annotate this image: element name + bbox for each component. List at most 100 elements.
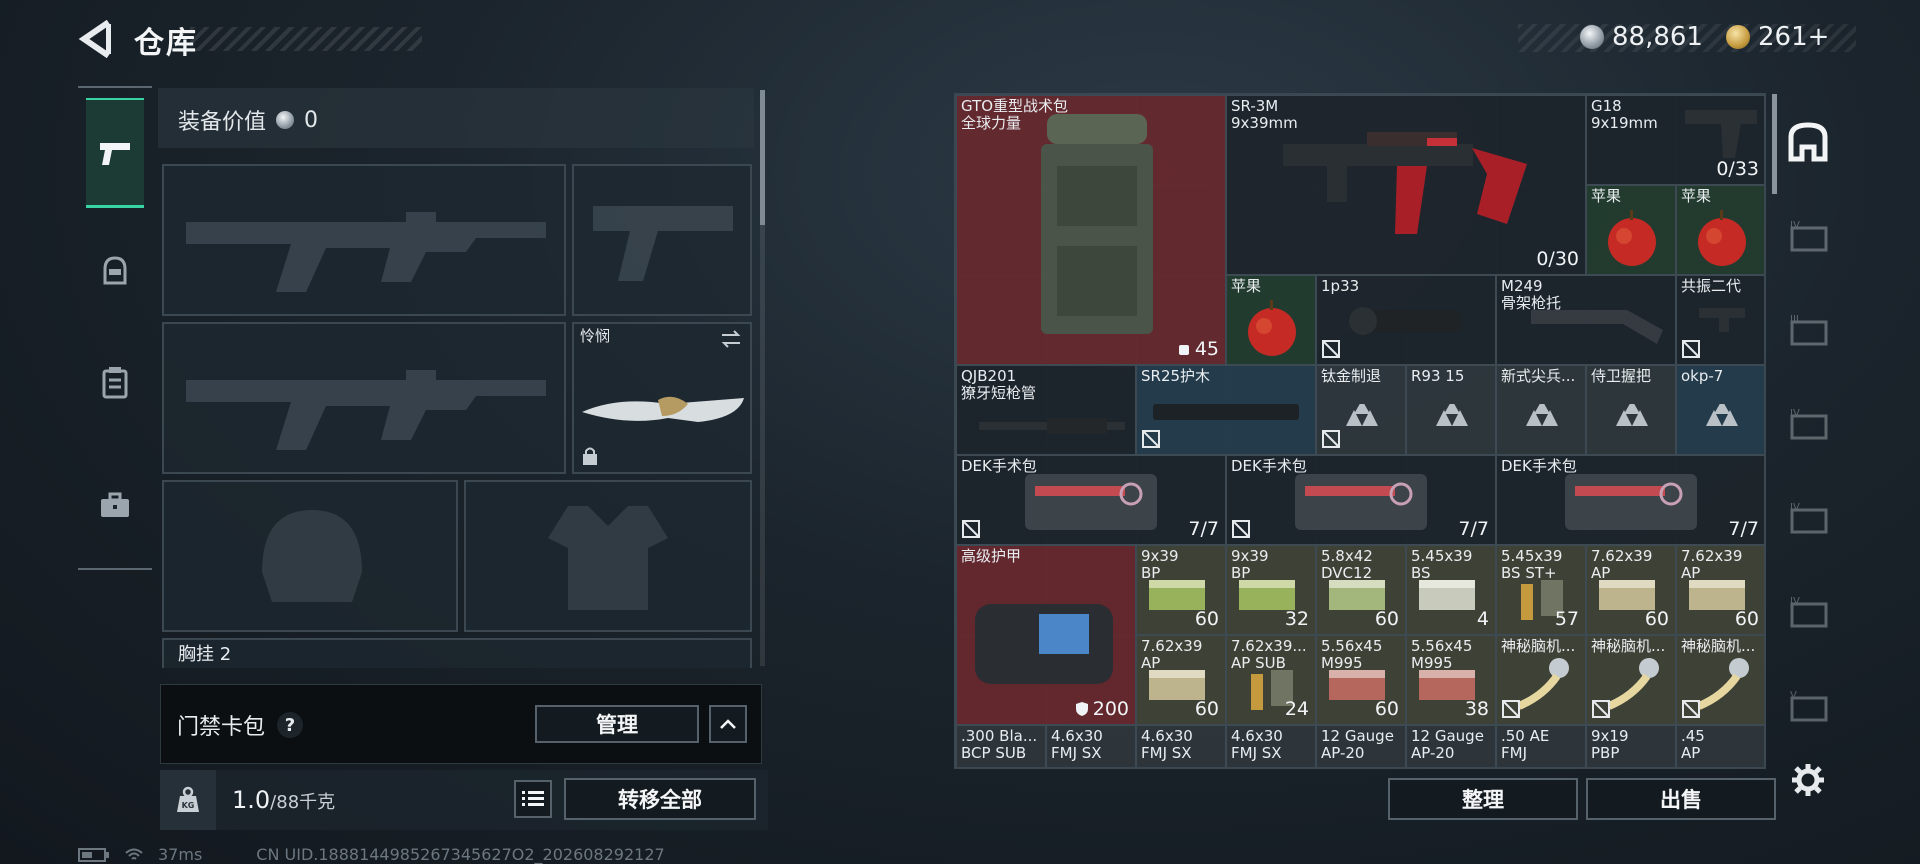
transfer-all-button[interactable]: 转移全部: [564, 778, 756, 820]
stash-item-ammo[interactable]: 9x39 BP 32: [1226, 545, 1316, 635]
tab-weapons[interactable]: [86, 98, 144, 208]
helmet-slot[interactable]: [162, 480, 458, 632]
stash-item-sr3m[interactable]: SR-3M 9x39mm 0/30: [1226, 95, 1586, 275]
gold-currency[interactable]: 261+: [1726, 22, 1829, 52]
stash-item-neural-chip[interactable]: 神秘脑机...: [1676, 635, 1764, 725]
stash-item-apple[interactable]: 苹果: [1586, 185, 1676, 275]
stash-item-muzzle-brake[interactable]: 钛金制退: [1316, 365, 1406, 455]
card-bag-label: 门禁卡包 ?: [177, 709, 304, 741]
stash-item-guard-grip[interactable]: 侍卫握把: [1586, 365, 1676, 455]
stash-scrollbar[interactable]: [1772, 94, 1777, 194]
stash-item-ammo[interactable]: 9x39 BP 60: [1136, 545, 1226, 635]
armor-slot[interactable]: [464, 480, 752, 632]
stash-item-dek-surgery-kit[interactable]: DEK手术包 7/7: [1226, 455, 1496, 545]
no-trade-icon: [1322, 430, 1340, 448]
stash-page-iv-2[interactable]: IV: [1780, 396, 1836, 452]
tab-container[interactable]: [86, 450, 144, 560]
stash-item-resonator[interactable]: 共振二代: [1676, 275, 1764, 365]
primary-weapon-slot-2[interactable]: [162, 322, 566, 474]
stash-page-iv-1[interactable]: IV: [1780, 208, 1836, 264]
melee-slot[interactable]: 怜悯: [572, 322, 752, 474]
stash-item-ammo[interactable]: 4.6x30 FMJ SX: [1136, 725, 1226, 767]
stash-page-column: IV III IV IV IV V: [1780, 96, 1840, 816]
svg-text:IV: IV: [1790, 596, 1800, 607]
storage-box-icon: IV: [1790, 220, 1828, 252]
expand-button[interactable]: [709, 705, 747, 743]
stash-item-apple[interactable]: 苹果: [1676, 185, 1764, 275]
stash-page-iv-4[interactable]: IV: [1780, 584, 1836, 640]
stash-item-ammo[interactable]: 5.45x39 BS 4: [1406, 545, 1496, 635]
armor-bag-icon: [975, 604, 1113, 684]
stash-item-ammo[interactable]: 12 Gauge AP-20: [1316, 725, 1406, 767]
page-title: 仓库: [134, 26, 198, 61]
stash-item-ammo[interactable]: 4.6x30 FMJ SX: [1226, 725, 1316, 767]
neural-device-icon: [1697, 658, 1749, 710]
stash-item-ammo[interactable]: 7.62x39 AP 60: [1136, 635, 1226, 725]
stash-item-ammo[interactable]: .50 AE FMJ: [1496, 725, 1586, 767]
stash-home-button[interactable]: [1780, 114, 1836, 170]
primary-weapon-slot[interactable]: [162, 164, 566, 316]
stash-item-new-vanguard[interactable]: 新式尖兵...: [1496, 365, 1586, 455]
stash-item-ammo[interactable]: 5.56x45 M995 60: [1316, 635, 1406, 725]
no-trade-icon: [1322, 340, 1340, 358]
lock-icon: [583, 447, 597, 465]
stash-item-dek-surgery-kit[interactable]: DEK手术包 7/7: [956, 455, 1226, 545]
silver-coin-icon: [276, 111, 295, 129]
stash-item-ammo[interactable]: 5.45x39 BS ST+ 57: [1496, 545, 1586, 635]
weight-bar: KG 1.0/88千克 转移全部: [160, 770, 768, 830]
stash-page-v[interactable]: V: [1780, 678, 1836, 734]
title-decoration: [190, 27, 422, 51]
stash-item-ammo[interactable]: 5.8x42 DVC12 60: [1316, 545, 1406, 635]
stash-page-iii[interactable]: III: [1780, 302, 1836, 358]
unknown-attachment-icon: [1616, 404, 1648, 426]
stash-item-ammo[interactable]: .45 AP: [1676, 725, 1764, 767]
stash-item-ammo[interactable]: 4.6x30 FMJ SX: [1046, 725, 1136, 767]
secondary-weapon-slot[interactable]: [572, 164, 752, 316]
manage-button[interactable]: 管理: [535, 705, 699, 743]
stash-item-m249-stock[interactable]: M249 骨架枪托: [1496, 275, 1676, 365]
pistol-icon: [1685, 110, 1757, 158]
stash-item-advanced-armor[interactable]: 高级护甲 200: [956, 545, 1136, 725]
svg-text:IV: IV: [1790, 220, 1800, 231]
list-view-button[interactable]: [514, 780, 552, 818]
equipment-tabs: [78, 86, 152, 570]
stash-item-backpack[interactable]: GTO重型战术包 全球力量 45: [956, 95, 1226, 365]
stash-item-ammo[interactable]: 7.62x39 AP 60: [1676, 545, 1764, 635]
chest-rig-slot[interactable]: 胸挂 2: [162, 638, 752, 668]
stash-item-ammo[interactable]: 7.62x39... AP SUB 24: [1226, 635, 1316, 725]
melee-name: 怜悯: [580, 327, 611, 345]
weight-value: 1.0/88千克: [232, 786, 336, 814]
stash-item-okp7[interactable]: okp-7: [1676, 365, 1764, 455]
equipment-scroll-thumb[interactable]: [760, 90, 765, 225]
stash-item-g18[interactable]: G18 9x19mm 0/33: [1586, 95, 1764, 185]
stash-item-ammo[interactable]: 5.56x45 M995 38: [1406, 635, 1496, 725]
swap-icon[interactable]: [720, 330, 742, 348]
stash-item-neural-chip[interactable]: 神秘脑机...: [1496, 635, 1586, 725]
help-icon[interactable]: ?: [277, 712, 304, 738]
stash-item-ammo[interactable]: .300 Bla... BCP SUB: [956, 725, 1046, 767]
stash-item-neural-chip[interactable]: 神秘脑机...: [1586, 635, 1676, 725]
rifle-silhouette-icon: [186, 370, 546, 450]
stash-item-r93[interactable]: R93 15: [1406, 365, 1496, 455]
stock-icon: [1531, 310, 1663, 344]
knife-icon: [582, 396, 744, 422]
gold-amount: 261+: [1758, 22, 1830, 52]
stash-item-ammo[interactable]: 7.62x39 AP 60: [1586, 545, 1676, 635]
tab-armor[interactable]: [86, 328, 144, 438]
sort-button[interactable]: 整理: [1388, 778, 1578, 820]
stash-item-ammo[interactable]: 9x19 PBP: [1586, 725, 1676, 767]
stash-item-sr25-handguard[interactable]: SR25护木: [1136, 365, 1316, 455]
sell-button[interactable]: 出售: [1586, 778, 1776, 820]
stash-item-qjb201-barrel[interactable]: QJB201 獠牙短枪管: [956, 365, 1136, 455]
stash-item-apple[interactable]: 苹果: [1226, 275, 1316, 365]
settings-button[interactable]: [1780, 752, 1836, 808]
stash-page-iv-3[interactable]: IV: [1780, 490, 1836, 546]
stash-item-dek-surgery-kit[interactable]: DEK手术包 7/7: [1496, 455, 1764, 545]
back-button[interactable]: [78, 19, 112, 59]
tab-helmet[interactable]: [86, 216, 144, 326]
stash-item-ammo[interactable]: 12 Gauge AP-20: [1406, 725, 1496, 767]
sr3m-ammo: 0/30: [1536, 248, 1579, 270]
svg-text:KG: KG: [182, 801, 195, 810]
chest-rig-label: 胸挂 2: [178, 644, 232, 665]
stash-item-1p33-scope[interactable]: 1p33: [1316, 275, 1496, 365]
